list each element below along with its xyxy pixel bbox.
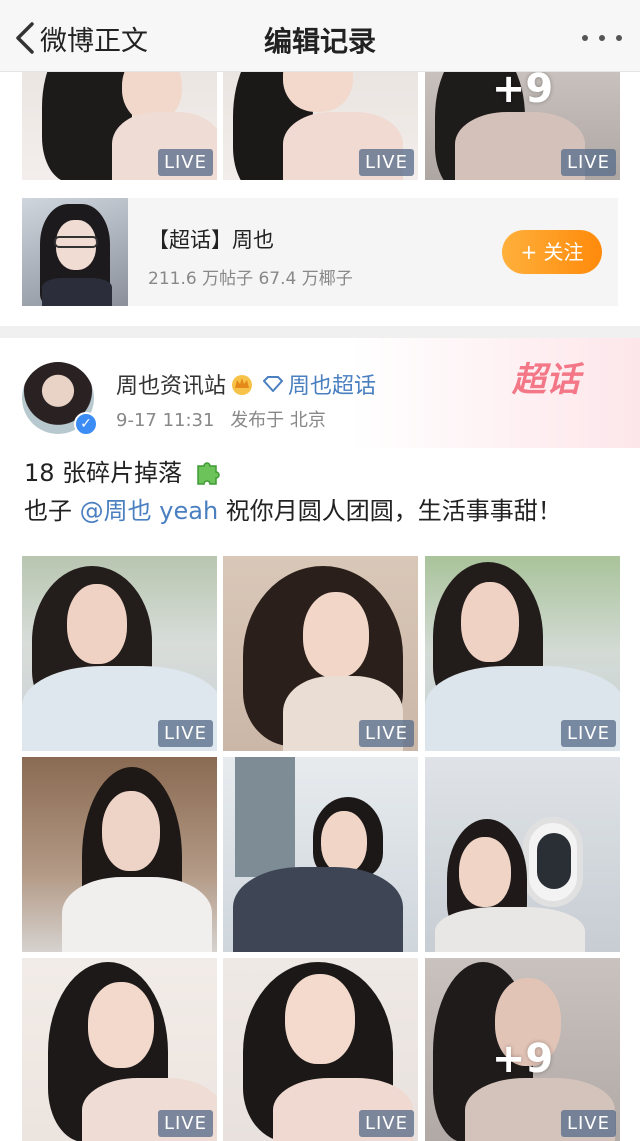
more-photos-count: +9 [491,72,554,112]
photo-tile[interactable] [425,757,620,952]
verified-icon: ✓ [74,412,98,436]
live-badge: LIVE [560,720,616,747]
live-badge: LIVE [157,1110,213,1137]
follow-button[interactable]: + 关注 [502,230,602,274]
crown-icon [232,375,253,395]
photo-tile[interactable] [223,757,418,952]
post-text-line1: 18 张碎片掉落 [24,459,183,487]
section-divider [0,326,640,338]
nav-bar: 微博正文 编辑记录 [0,0,640,72]
photo-tile[interactable]: LIVE [22,958,217,1141]
photo-tile[interactable]: LIVE [22,556,217,751]
author-name[interactable]: 周也资讯站 [116,368,226,400]
more-icon[interactable] [582,28,622,48]
photo-tile[interactable]: LIVE [22,72,217,180]
live-badge: LIVE [560,149,616,176]
super-topic-watermark: 超话 [512,360,580,400]
post-location: 发布于 北京 [230,410,326,431]
live-badge: LIVE [560,1110,616,1137]
photo-tile[interactable] [22,757,217,952]
diamond-icon [263,376,284,392]
live-badge: LIVE [358,149,414,176]
mention-link[interactable]: @周也 yeah [80,497,219,525]
topic-thumbnail [22,198,128,306]
super-topic-card[interactable]: 【超话】周也 211.6 万帖子 67.4 万椰子 + 关注 [22,198,618,306]
photo-tile[interactable]: +9 LIVE [425,958,620,1141]
topic-stats: 211.6 万帖子 67.4 万椰子 [148,269,353,289]
live-badge: LIVE [157,720,213,747]
live-badge: LIVE [358,1110,414,1137]
photo-tile[interactable]: LIVE [223,72,418,180]
photo-tile[interactable]: LIVE [223,958,418,1141]
post-time: 9-17 11:31 [116,410,215,431]
photo-tile[interactable]: LIVE [223,556,418,751]
post-text-suffix: 祝你月圆人团圆，生活事事甜！ [218,497,562,525]
post-meta: 9-17 11:31 发布于 北京 [116,406,336,432]
puzzle-icon [197,462,220,485]
page-title: 编辑记录 [263,25,376,58]
more-photos-count: +9 [491,1036,554,1082]
live-badge: LIVE [358,720,414,747]
photo-tile[interactable]: LIVE [425,556,620,751]
post-body: 18 张碎片掉落 也子 @周也 yeah 祝你月圆人团圆，生活事事甜！ [24,454,624,530]
post-text-prefix: 也子 [24,497,80,525]
post-header: 超话 ✓ 周也资讯站 周也超话 9-17 11:31 发布于 北京 [0,338,640,448]
avatar[interactable]: ✓ [22,362,98,436]
topic-name: 【超话】周也 [148,228,274,252]
live-badge: LIVE [157,149,213,176]
super-topic-link[interactable]: 周也超话 [288,368,376,400]
photo-tile[interactable]: +9 LIVE [425,72,620,180]
